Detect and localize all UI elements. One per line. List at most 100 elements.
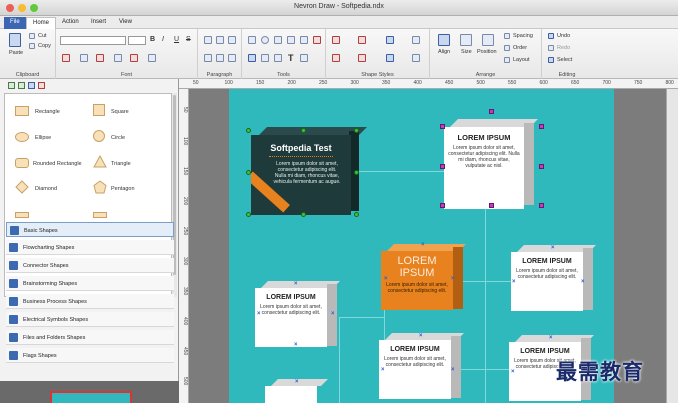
shape-label-triangle[interactable]: Triangle [111,161,131,167]
pan-tool-icon[interactable] [300,54,308,62]
more-shape-icon[interactable] [15,212,29,218]
strikethrough-button[interactable]: S [186,36,191,43]
selection-handle[interactable] [539,124,544,129]
arc-tool-icon[interactable] [287,36,295,44]
position-icon[interactable] [482,34,494,46]
selection-handle[interactable] [301,128,306,133]
polyline-tool-icon[interactable] [274,54,282,62]
connection-point-icon[interactable]: × [551,245,555,251]
selection-handle[interactable] [489,109,494,114]
preview-viewport[interactable] [50,391,132,403]
connector-line[interactable] [339,317,384,318]
align-right-icon[interactable] [228,36,236,44]
lorem-ipsum-top-shape[interactable]: LOREM IPSUM Lorem ipsum dolor sit amet, … [444,119,539,209]
connection-point-icon[interactable]: × [581,279,585,285]
selection-handle[interactable] [489,203,494,208]
delete-library-icon[interactable] [38,82,45,89]
connector-line[interactable] [459,369,509,370]
shape-label-rectangle[interactable]: Rectangle [35,109,60,115]
layout-button[interactable]: Layout [513,57,530,63]
selection-handle[interactable] [539,203,544,208]
size-button[interactable]: Size [461,49,472,55]
lorem-ipsum-middle-shape[interactable]: LOREM IPSUM Lorem ipsum dolor sit amet, … [379,333,465,399]
more-shape-icon[interactable] [93,212,107,218]
highlight-icon[interactable] [96,54,104,62]
style-more-icon[interactable] [412,54,420,62]
italic-button[interactable]: I [162,36,164,43]
selection-handle[interactable] [440,164,445,169]
connection-point-icon[interactable]: × [331,311,335,317]
selection-handle[interactable] [301,212,306,217]
order-button[interactable]: Order [513,45,527,51]
tab-file[interactable]: File [4,17,26,29]
underline-button[interactable]: U [174,36,179,43]
selection-handle[interactable] [246,170,251,175]
paste-icon[interactable] [9,33,21,47]
connection-point-icon[interactable]: × [451,276,455,282]
connection-point-icon[interactable]: × [384,276,388,282]
lorem-ipsum-right-shape[interactable]: LOREM IPSUM Lorem ipsum dolor sit amet, … [511,245,597,311]
shape-label-rounded-rectangle[interactable]: Rounded Rectangle [33,161,82,167]
copy-button[interactable]: Copy [38,43,51,49]
text-effect-icon[interactable] [130,54,138,62]
selection-handle[interactable] [440,203,445,208]
category-brainstorming-shapes[interactable]: Brainstorming Shapes [6,276,174,291]
align-center-icon[interactable] [216,36,224,44]
ellipse-shape-icon[interactable] [15,132,29,142]
ellipse-tool-icon[interactable] [261,36,269,44]
selection-handle[interactable] [246,128,251,133]
square-shape-icon[interactable] [93,104,105,116]
lorem-ipsum-left-shape[interactable]: LOREM IPSUM Lorem ipsum dolor sit amet, … [255,281,341,347]
align-button[interactable]: Align [438,49,450,55]
category-files-and-folders-shapes[interactable]: Files and Folders Shapes [6,330,174,345]
stroke-icon[interactable] [358,36,366,44]
softpedia-test-shape[interactable]: Softpedia Test Lorem ipsum dolor sit ame… [251,127,367,215]
undo-button[interactable]: Undo [557,33,570,39]
save-library-icon[interactable] [28,82,35,89]
tab-view[interactable]: View [113,17,138,29]
align-top-icon[interactable] [204,54,212,62]
order-icon[interactable] [504,45,510,51]
connection-point-icon[interactable]: × [294,342,298,348]
font-family-combo[interactable] [60,36,126,45]
connection-point-icon[interactable]: × [512,279,516,285]
connector-line[interactable] [485,209,486,403]
pencil-tool-icon[interactable] [261,54,269,62]
tab-home[interactable]: Home [26,17,57,29]
tab-insert[interactable]: Insert [85,17,112,29]
spacing-button[interactable]: Spacing [513,33,533,39]
category-connector-shapes[interactable]: Connector Shapes [6,258,174,273]
connector-tool-icon[interactable] [313,36,321,44]
selection-handle[interactable] [354,170,359,175]
arrow-style-icon[interactable] [386,54,394,62]
circle-shape-icon[interactable] [93,130,105,142]
position-button[interactable]: Position [477,49,497,55]
category-electrical-symbols-shapes[interactable]: Electrical Symbols Shapes [6,312,174,327]
open-library-icon[interactable] [18,82,25,89]
curve-tool-icon[interactable] [300,36,308,44]
rounded-rectangle-shape-icon[interactable] [15,158,29,168]
rectangle-shape-icon[interactable] [15,106,29,116]
category-flowcharting-shapes[interactable]: Flowcharting Shapes [6,240,174,255]
vertical-scrollbar[interactable] [666,89,678,403]
select-icon[interactable] [548,57,554,63]
triangle-shape-icon[interactable] [93,155,107,168]
tab-action[interactable]: Action [56,17,85,29]
shape-label-square[interactable]: Square [111,109,129,115]
grow-font-icon[interactable] [80,54,88,62]
connector-line[interactable] [359,171,444,172]
selection-handle[interactable] [354,212,359,217]
connection-point-icon[interactable]: × [419,333,423,339]
text-style-icon[interactable] [412,36,420,44]
redo-button[interactable]: Redo [557,45,570,51]
pointer-tool-icon[interactable] [248,54,256,62]
selection-handle[interactable] [440,124,445,129]
spacing-icon[interactable] [504,33,510,39]
connection-point-icon[interactable]: × [451,367,455,373]
align-bottom-icon[interactable] [228,54,236,62]
copy-icon[interactable] [29,43,35,49]
cut-icon[interactable] [29,33,35,39]
category-basic-shapes[interactable]: Basic Shapes [6,222,174,237]
connection-point-icon[interactable]: × [511,369,515,375]
new-library-icon[interactable] [8,82,15,89]
